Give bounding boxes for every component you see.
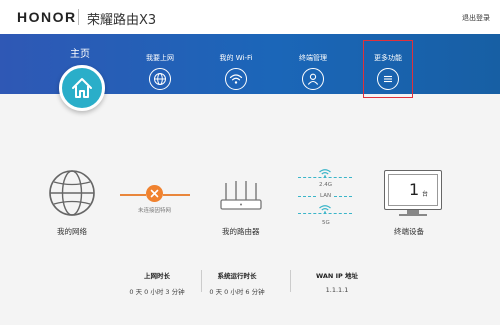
stat-title: 上网时长 xyxy=(144,272,170,280)
device-count: 1 xyxy=(409,180,420,199)
nav-item-wifi[interactable]: 我的 Wi-Fi xyxy=(205,53,267,90)
monitor-base xyxy=(399,214,427,216)
brand-logo: HONOR xyxy=(17,9,77,25)
stat-title: 系统运行时长 xyxy=(217,272,257,280)
router-icon xyxy=(220,181,262,210)
nav-item-icon-circle xyxy=(302,68,324,90)
nav-item-label: 终端管理 xyxy=(299,54,327,62)
disconnected-icon xyxy=(146,185,163,202)
stat-online-time: 上网时长 0 天 0 小时 3 分钟 xyxy=(112,270,202,296)
internet-label: 我的网络 xyxy=(57,227,87,236)
band-5g-line xyxy=(298,213,352,214)
top-header: HONOR 荣耀路由X3 退出登录 xyxy=(0,0,500,34)
devices-monitor[interactable]: 1 台 xyxy=(384,170,442,210)
nav-item-icon-circle xyxy=(149,68,171,90)
band-lan-line-left xyxy=(298,196,316,197)
nav-item-label: 我的 Wi-Fi xyxy=(219,54,253,62)
stat-uptime: 系统运行时长 0 天 0 小时 6 分钟 xyxy=(192,270,282,296)
stat-title: WAN IP 地址 xyxy=(315,272,359,280)
band-5g-label: 5G xyxy=(322,220,330,226)
connection-line-right xyxy=(163,194,190,196)
globe-icon xyxy=(154,73,166,85)
band-24g-label: 2.4G xyxy=(319,182,333,188)
nav-home-button[interactable] xyxy=(59,65,105,111)
devices-label: 终端设备 xyxy=(394,227,424,236)
device-unit: 台 xyxy=(422,191,429,198)
router-label: 我的路由器 xyxy=(222,227,260,236)
stat-value: 1.1.1.1 xyxy=(325,286,349,294)
nav-item-icon-circle xyxy=(225,68,247,90)
stat-value: 0 天 0 小时 6 分钟 xyxy=(209,288,265,296)
nav-item-devices[interactable]: 终端管理 xyxy=(282,53,344,90)
band-lan-line-right xyxy=(334,196,352,197)
header-divider xyxy=(78,9,79,25)
nav-item-label: 我要上网 xyxy=(146,54,174,62)
stat-wan-ip: WAN IP 地址 1.1.1.1 xyxy=(292,270,382,294)
nav-item-internet[interactable]: 我要上网 xyxy=(129,53,191,90)
stat-value: 0 天 0 小时 3 分钟 xyxy=(129,288,185,296)
logout-link[interactable]: 退出登录 xyxy=(462,13,490,23)
home-icon xyxy=(72,78,92,98)
product-name: 荣耀路由X3 xyxy=(87,13,157,28)
highlight-box xyxy=(363,40,413,98)
nav-home-label[interactable]: 主页 xyxy=(70,45,90,60)
connection-status: 未连接因特网 xyxy=(138,208,172,214)
connection-line-left xyxy=(120,194,146,196)
band-lan-label: LAN xyxy=(320,193,332,199)
stat-divider xyxy=(290,270,291,292)
band-24g-line xyxy=(298,177,352,178)
internet-globe-icon xyxy=(49,170,95,216)
user-icon xyxy=(307,73,319,85)
wifi-icon xyxy=(229,74,243,84)
